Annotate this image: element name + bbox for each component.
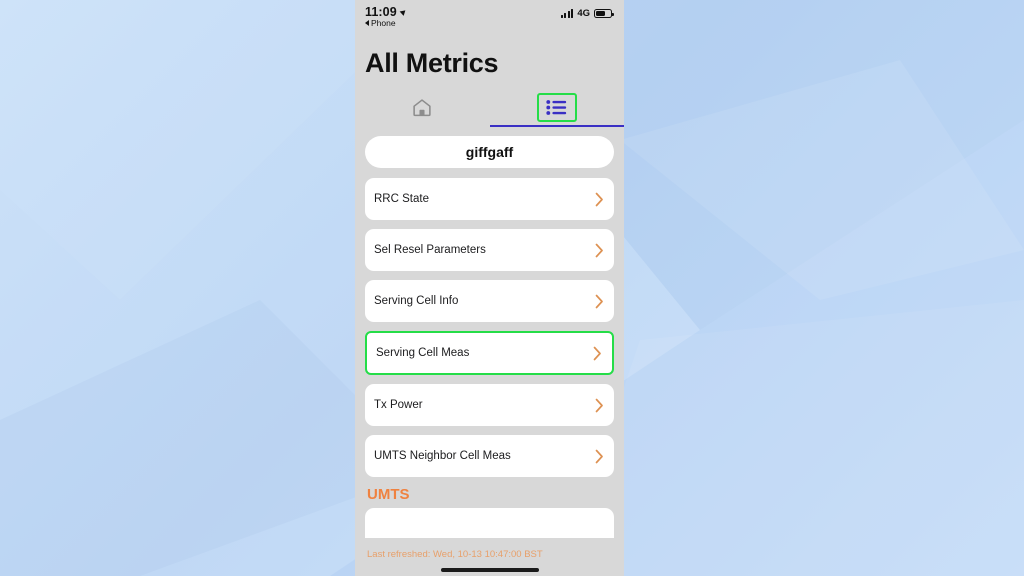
status-time-text: 11:09 (365, 5, 397, 19)
last-refreshed-label: Last refreshed: Wed, 10-13 10:47:00 BST (367, 549, 543, 560)
back-label: Phone (371, 18, 396, 28)
metrics-row-serving-cell-info[interactable]: Serving Cell Info (365, 280, 614, 322)
battery-icon (594, 9, 614, 18)
status-bar: 11:09 Phone 4G (355, 0, 624, 32)
metrics-row-sel-resel-parameters[interactable]: Sel Resel Parameters (365, 229, 614, 271)
row-label: Serving Cell Meas (376, 347, 470, 359)
row-label: Tx Power (374, 399, 423, 411)
tab-home[interactable] (355, 87, 490, 127)
page-title: All Metrics (365, 48, 499, 78)
chevron-right-icon (593, 346, 602, 361)
metrics-row-umts-neighbor-cell-meas[interactable]: UMTS Neighbor Cell Meas (365, 435, 614, 477)
tab-bar (355, 87, 624, 127)
row-label: Serving Cell Info (374, 295, 459, 307)
phone-screen: 11:09 Phone 4G All Metrics giffgaff RRC … (355, 0, 624, 576)
chevron-right-icon (595, 294, 604, 309)
metrics-row-serving-cell-meas[interactable]: Serving Cell Meas (365, 331, 614, 375)
tab-list-selection-highlight (536, 92, 577, 122)
chevron-right-icon (595, 243, 604, 258)
home-icon (411, 97, 433, 118)
back-to-phone-button[interactable]: Phone (365, 18, 610, 28)
signal-bars-icon (560, 9, 574, 18)
chevron-right-icon (595, 192, 604, 207)
back-triangle-icon (365, 20, 369, 26)
row-label: Sel Resel Parameters (374, 244, 486, 256)
carrier-name: giffgaff (465, 144, 514, 160)
section-header-umts: UMTS (367, 486, 410, 503)
carrier-card[interactable]: giffgaff (365, 136, 614, 168)
metrics-content: giffgaff RRC State Sel Resel Parameters … (355, 127, 624, 560)
metrics-row-partial[interactable] (365, 508, 614, 538)
chevron-right-icon (595, 398, 604, 413)
home-indicator[interactable] (440, 568, 539, 572)
active-tab-underline (489, 124, 624, 127)
status-indicators: 4G (560, 8, 614, 19)
row-label: RRC State (374, 193, 429, 205)
row-label: UMTS Neighbor Cell Meas (374, 450, 511, 462)
network-label: 4G (577, 8, 590, 19)
tab-list[interactable] (490, 87, 625, 127)
chevron-right-icon (595, 449, 604, 464)
location-arrow-icon (399, 8, 408, 16)
metrics-row-rrc-state[interactable]: RRC State (365, 178, 614, 220)
metrics-row-tx-power[interactable]: Tx Power (365, 384, 614, 426)
list-icon (546, 99, 568, 116)
